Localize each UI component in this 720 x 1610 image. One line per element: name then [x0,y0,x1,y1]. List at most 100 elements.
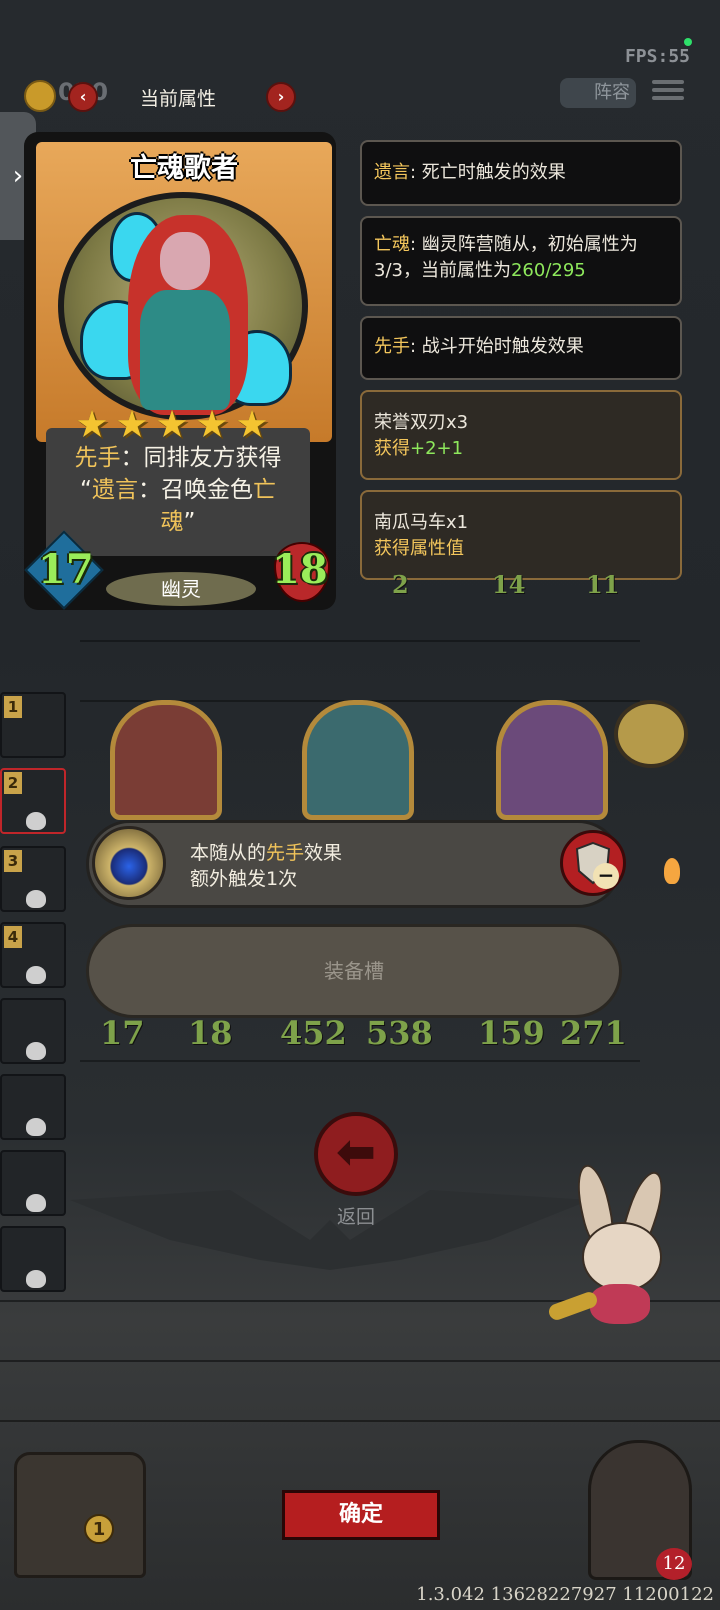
quote-mark: ” [183,509,196,535]
board-attack: 159 [478,1014,545,1052]
pocket-watch-icon[interactable] [614,700,688,768]
board-stat: 2 [392,570,409,599]
prev-arrow-button[interactable]: ‹ [68,82,98,112]
lineup-slot[interactable]: 1 [0,692,66,758]
arrow-left-icon: ⬅ [335,1124,377,1180]
character-body [140,290,230,410]
treasure-chest-icon[interactable] [14,1452,146,1578]
keyword-deathrattle: 遗言 [91,477,138,503]
panel-keyword: 遗言 [374,162,410,183]
quote-mark: “ [80,477,92,503]
version-text: 1.3.042 13628227927 11200122 [416,1584,714,1605]
blue-orb-equipment-icon[interactable] [92,826,166,900]
desc-text: ：同排友方获得 [120,445,282,471]
floor-line [0,1420,720,1422]
equipment-effect-text: 本随从的先手效果 额外触发1次 [190,840,342,892]
skull-icon [26,890,46,908]
board-attack: 17 [100,1014,145,1052]
skull-icon [26,1118,46,1136]
card-tribe: 幽灵 [106,572,256,606]
lineup-button[interactable]: 阵容 [560,78,636,108]
confirm-button[interactable]: 确定 [282,1490,440,1540]
board-attack: 452 [280,1014,347,1052]
unequip-button[interactable]: − [560,830,626,896]
slot-number: 4 [4,926,22,948]
fps-indicator-dot [684,38,692,46]
item-label: 获得 [374,438,410,459]
panel-value: 260/295 [510,260,586,281]
board-minion-portrait[interactable] [302,700,414,820]
board-health: 18 [188,1014,233,1052]
lineup-slot[interactable]: 4 [0,922,66,988]
back-button[interactable]: ⬅ [314,1112,398,1196]
panel-text: 3/3，当前属性为 [374,260,511,281]
effect-text: 额外触发1次 [190,868,298,890]
item-value: 获得属性值 [374,538,464,559]
skull-icon [26,1194,46,1212]
wall-line [80,1060,640,1062]
star-icon: ★ [154,402,190,446]
panel-keyword: 先手 [374,336,410,357]
lineup-slot[interactable] [0,998,66,1064]
skull-icon [26,1042,46,1060]
menu-icon[interactable] [652,76,684,106]
panel-deathrattle: 遗言: 死亡时触发的效果 [360,140,682,206]
star-icon: ★ [74,402,110,446]
board-minion-portrait[interactable] [110,700,222,820]
candle-flame-icon [664,858,680,884]
keyword-soul: 亡 [252,477,276,503]
effect-text: 效果 [304,842,343,864]
card-description: 先手：同排友方获得 “遗言：召唤金色亡 魂” [56,442,300,538]
fps-counter: FPS:55 [624,46,690,67]
lineup-slot[interactable] [0,1074,66,1140]
coin-icon [24,80,56,112]
panel-soul: 亡魂: 幽灵阵营随从，初始属性为 3/3，当前属性为260/295 [360,216,682,306]
item-value: +2+1 [410,438,464,459]
item-name: 南瓜马车x1 [374,512,469,533]
panel-item-pumpkin-carriage: 南瓜马车x1 获得属性值 [360,490,682,580]
equipment-slot-bar[interactable]: 装备槽 [86,924,622,1018]
board-health: 271 [560,1014,627,1052]
panel-text: : 死亡时触发的效果 [410,162,566,183]
keyword-soul: 魂 [160,509,184,535]
page-title: 当前属性 [140,88,217,110]
minus-icon: − [593,863,619,889]
skull-icon [26,1270,46,1288]
card-attack: 17 [38,546,94,593]
bunny-mascot-body [590,1284,650,1324]
board-stat: 14 [492,570,526,599]
bat-decoration-icon [70,1190,590,1270]
board-minion-portrait[interactable] [496,700,608,820]
chest-count: 1 [84,1514,114,1544]
hero-level-badge: 12 [656,1548,692,1580]
card-name: 亡魂歌者 [130,153,238,184]
slot-number: 3 [4,850,22,872]
skull-icon [26,812,46,830]
panel-first-strike: 先手: 战斗开始时触发效果 [360,316,682,380]
lineup-slot-selected[interactable]: 2 [0,768,66,834]
desc-text: ：召唤金色 [137,477,253,503]
keyword-first-strike: 先手 [74,445,121,471]
effect-keyword: 先手 [266,842,305,864]
item-name: 荣誉双刃x3 [374,412,469,433]
star-icon: ★ [114,402,150,446]
star-icon: ★ [194,402,230,446]
character-face [160,232,210,290]
bunny-mascot-head[interactable] [582,1222,662,1292]
slot-number: 2 [4,772,22,794]
wall-line [80,640,640,642]
next-arrow-button[interactable]: › [266,82,296,112]
skull-icon [26,966,46,984]
equipment-effect-bar [86,820,622,908]
panel-item-honor-blades: 荣誉双刃x3 获得+2+1 [360,390,682,480]
lineup-slot[interactable] [0,1226,66,1292]
star-rating: ★ ★ ★ ★ ★ [72,404,292,444]
lineup-slot[interactable] [0,1150,66,1216]
star-icon: ★ [234,402,270,446]
board-health: 538 [366,1014,433,1052]
panel-text: : 幽灵阵营随从，初始属性为 [410,234,638,255]
lineup-slot[interactable]: 3 [0,846,66,912]
board-stat: 11 [586,570,620,599]
slot-number: 1 [4,696,22,718]
back-label: 返回 [336,1206,375,1228]
